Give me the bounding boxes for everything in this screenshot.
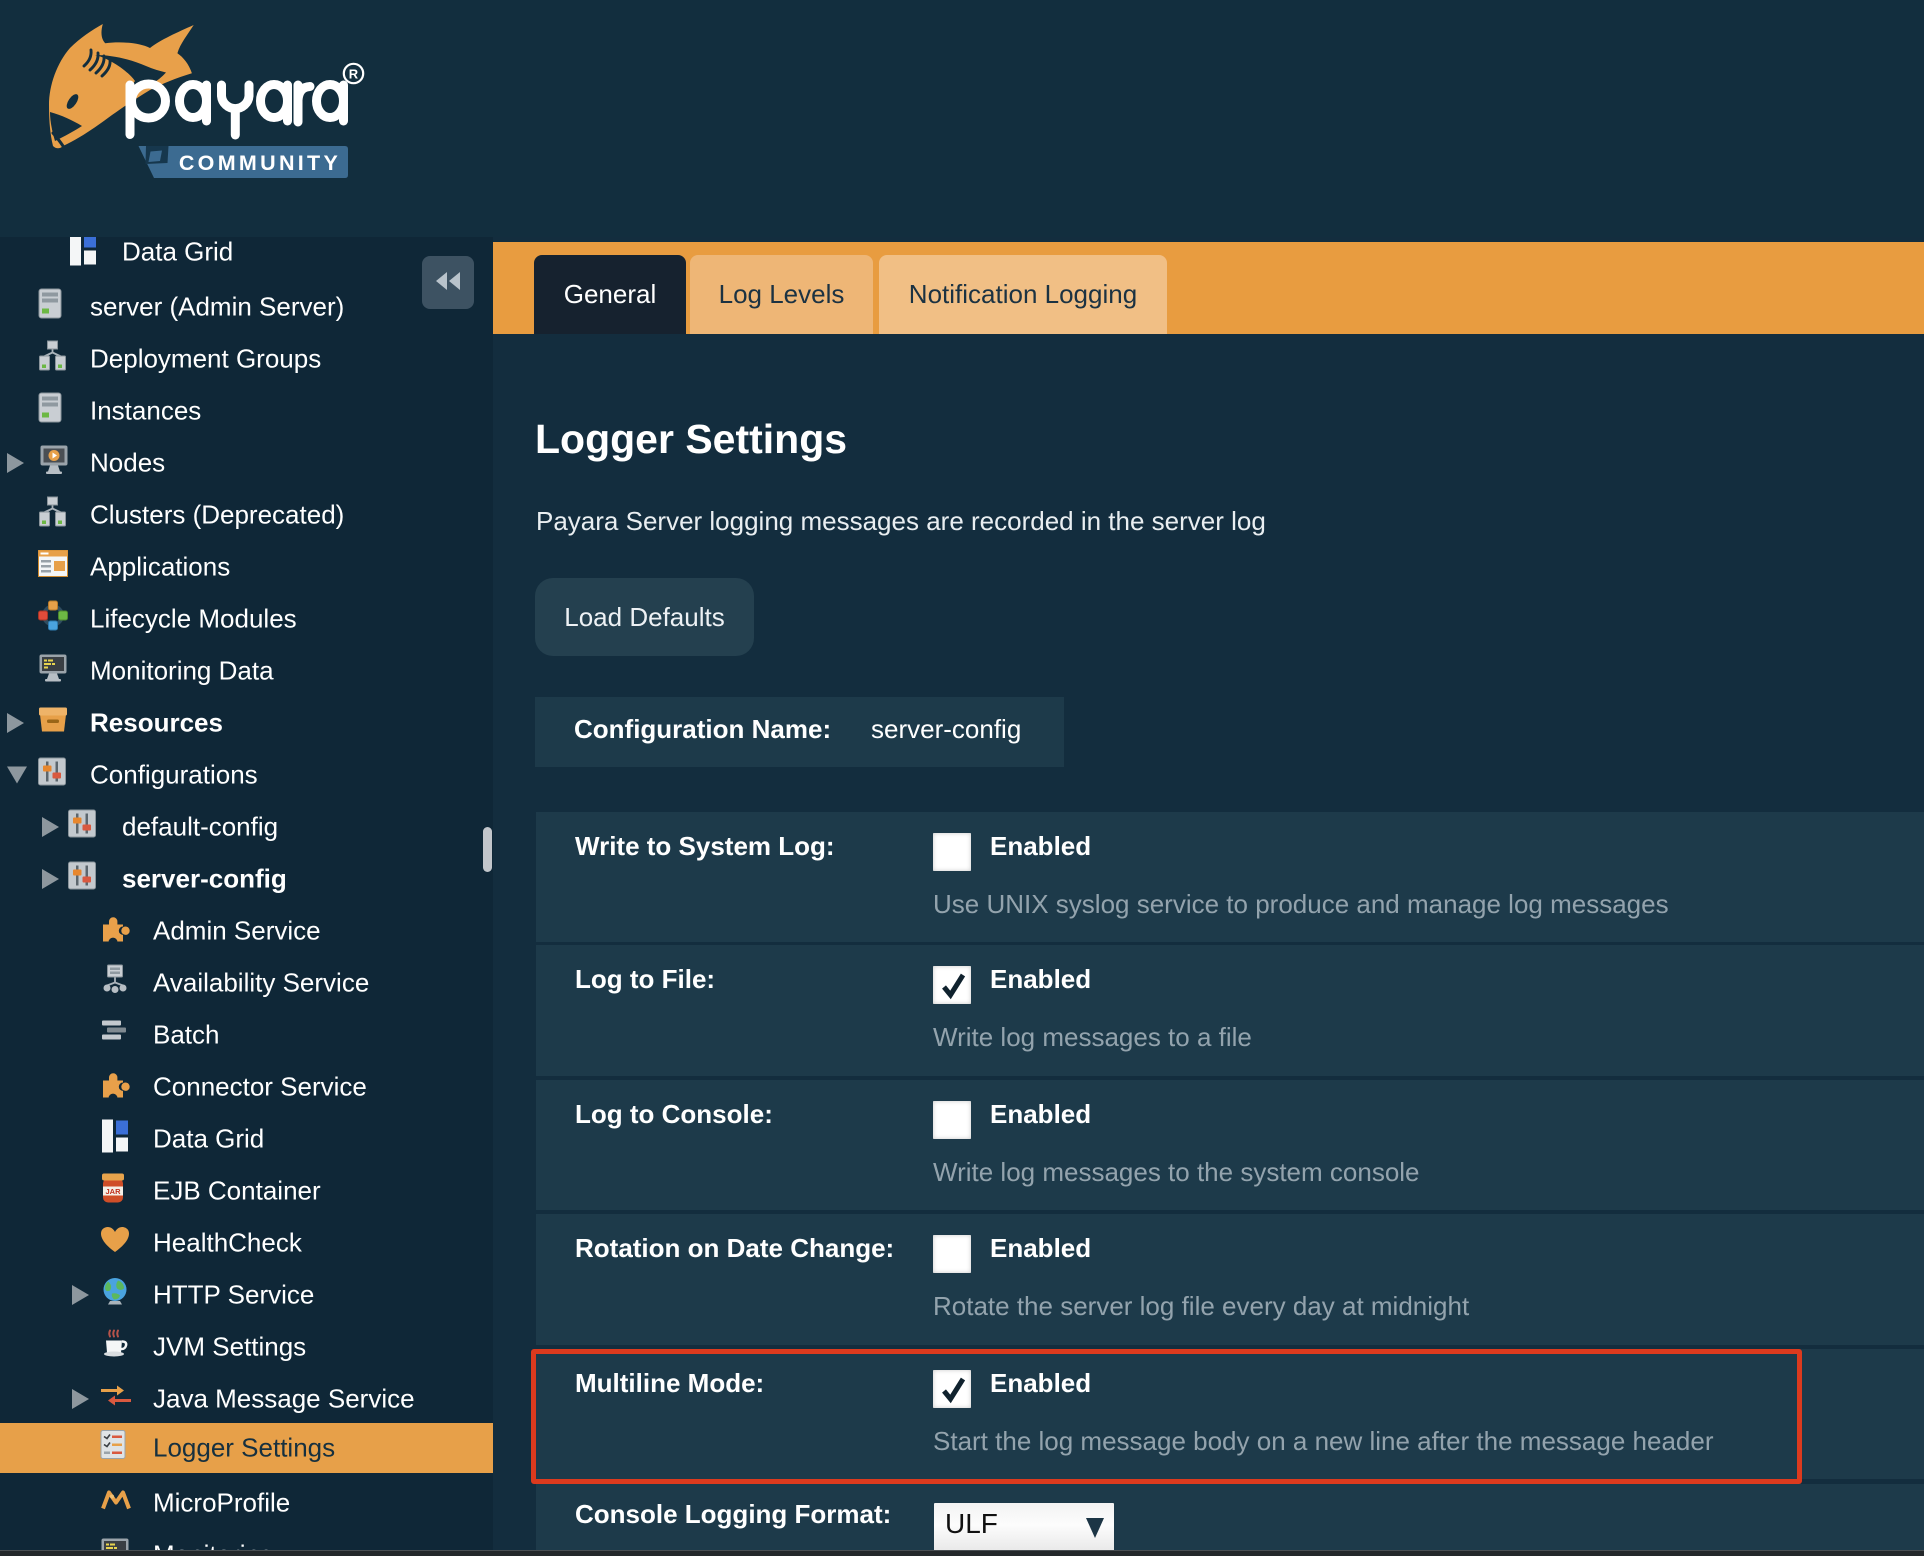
svg-text:JAR: JAR xyxy=(105,1187,121,1196)
svg-text:COMMUNITY: COMMUNITY xyxy=(179,151,341,175)
svg-text:R: R xyxy=(349,67,359,82)
